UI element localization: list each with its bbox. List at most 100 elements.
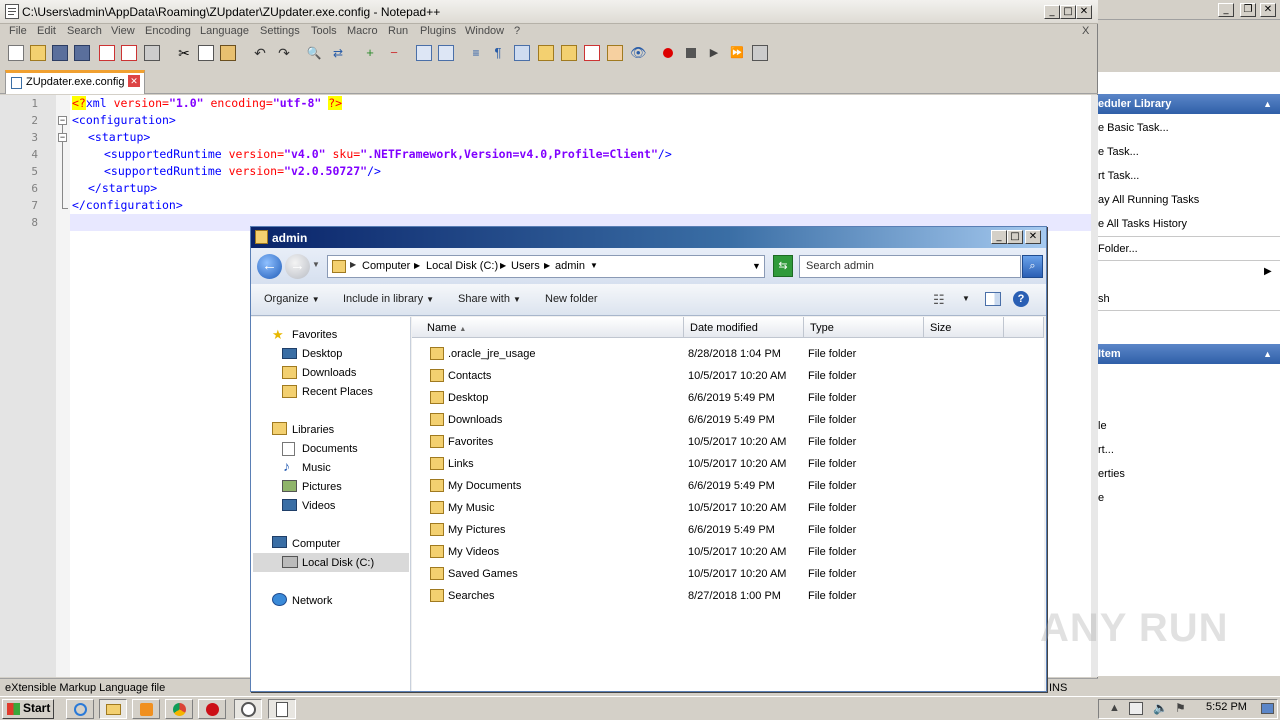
fold-toggle-icon[interactable]: − — [58, 116, 67, 125]
action-import-task[interactable]: rt Task... — [1098, 170, 1139, 182]
preview-pane-icon[interactable] — [985, 292, 1001, 306]
include-in-library-button[interactable]: Include in library ▼ — [343, 293, 434, 305]
new-file-icon[interactable] — [8, 45, 24, 61]
volume-icon[interactable]: 🔈 — [1153, 701, 1168, 715]
restore-icon[interactable]: ❐ — [1240, 3, 1256, 17]
table-row[interactable]: Links 10/5/2017 10:20 AM File folder — [426, 454, 1026, 476]
action-center-flag-icon[interactable]: ⚑ — [1175, 701, 1186, 715]
breadcrumb-chevron-icon[interactable]: ▶ — [414, 261, 420, 270]
menu-edit[interactable]: Edit — [37, 25, 56, 37]
menu-tools[interactable]: Tools — [311, 25, 337, 37]
organize-button[interactable]: Organize ▼ — [264, 293, 320, 305]
word-wrap-icon[interactable]: ≡ — [468, 45, 484, 61]
open-folder-icon[interactable] — [30, 45, 46, 61]
table-row[interactable]: .oracle_jre_usage 8/28/2018 1:04 PM File f… — [426, 344, 1026, 366]
explorer-taskbar-icon[interactable] — [99, 699, 127, 719]
chrome-taskbar-icon[interactable] — [165, 699, 193, 719]
close-icon[interactable]: ✕ — [1260, 3, 1276, 17]
nav-videos[interactable]: Videos — [302, 500, 335, 512]
monitoring-icon[interactable]: 👁 — [630, 45, 647, 61]
undo-icon[interactable]: ↶ — [252, 45, 268, 61]
breadcrumb-local-disk[interactable]: Local Disk (C:) — [426, 260, 498, 272]
breadcrumb-admin[interactable]: admin — [555, 260, 585, 272]
doc-map-icon[interactable] — [561, 45, 577, 61]
collapse-icon[interactable]: ▲ — [1263, 344, 1272, 364]
notepadpp-taskbar-icon[interactable] — [268, 699, 296, 719]
sync-vertical-icon[interactable] — [416, 45, 432, 61]
action-display-running-tasks[interactable]: ay All Running Tasks — [1098, 194, 1199, 206]
action-delete[interactable]: e — [1098, 492, 1104, 504]
menu-encoding[interactable]: Encoding — [145, 25, 191, 37]
fold-toggle-icon[interactable]: − — [58, 133, 67, 142]
zoom-in-icon[interactable]: + — [362, 45, 378, 61]
minimize-icon[interactable]: _ — [1044, 5, 1060, 19]
refresh-icon[interactable]: ⇆ — [773, 255, 793, 277]
action-create-task[interactable]: e Task... — [1098, 146, 1139, 158]
submenu-arrow-icon[interactable]: ▶ — [1264, 266, 1272, 277]
task-scheduler-taskbar-icon[interactable] — [234, 699, 262, 719]
menu-help[interactable]: ? — [514, 25, 520, 37]
back-arrow-icon[interactable]: ← — [257, 254, 282, 279]
recent-pages-chevron-icon[interactable]: ▼ — [312, 260, 320, 269]
search-icon[interactable]: ⌕ — [1022, 255, 1043, 278]
share-with-button[interactable]: Share with ▼ — [458, 293, 521, 305]
menu-settings[interactable]: Settings — [260, 25, 300, 37]
action-new-folder[interactable]: Folder... — [1098, 243, 1138, 255]
close-icon[interactable]: ✕ — [1076, 5, 1092, 19]
show-desktop-icon[interactable] — [1261, 703, 1274, 714]
save-macro-icon[interactable] — [752, 45, 768, 61]
ie-taskbar-icon[interactable] — [66, 699, 94, 719]
table-row[interactable]: Downloads 6/6/2019 5:49 PM File folder — [426, 410, 1026, 432]
breadcrumb-chevron-icon[interactable]: ▶ — [350, 260, 356, 269]
nav-local-disk[interactable]: Local Disk (C:) — [302, 557, 374, 569]
breadcrumb-users[interactable]: Users — [511, 260, 540, 272]
menu-language[interactable]: Language — [200, 25, 249, 37]
paste-icon[interactable] — [220, 45, 236, 61]
print-icon[interactable] — [144, 45, 160, 61]
action-create-basic-task[interactable]: e Basic Task... — [1098, 122, 1169, 134]
redo-icon[interactable]: ↷ — [276, 45, 292, 61]
breadcrumb-computer[interactable]: Computer — [362, 260, 410, 272]
table-row[interactable]: My Music 10/5/2017 10:20 AM File folder — [426, 498, 1026, 520]
close-file-icon[interactable] — [99, 45, 115, 61]
action-enable-history[interactable]: e All Tasks History — [1098, 218, 1187, 230]
table-row[interactable]: Saved Games 10/5/2017 10:20 AM File folder — [426, 564, 1026, 586]
nav-downloads[interactable]: Downloads — [302, 367, 356, 379]
minimize-icon[interactable]: _ — [1218, 3, 1234, 17]
play-macro-icon[interactable]: ▶ — [706, 45, 722, 61]
media-player-taskbar-icon[interactable] — [132, 699, 160, 719]
notepadpp-titlebar[interactable]: C:\Users\admin\AppData\Roaming\ZUpdater\… — [0, 0, 1098, 24]
play-multiple-macro-icon[interactable]: ⏩ — [729, 45, 745, 61]
forward-arrow-icon[interactable]: → — [285, 254, 310, 279]
nav-pictures[interactable]: Pictures — [302, 481, 342, 493]
breadcrumb-chevron-icon[interactable]: ▼ — [590, 261, 598, 270]
replace-icon[interactable]: ⇄ — [330, 45, 346, 61]
menu-search[interactable]: Search — [67, 25, 102, 37]
network-tray-icon[interactable] — [1129, 702, 1143, 715]
nav-recent-places[interactable]: Recent Places — [302, 386, 373, 398]
nav-music[interactable]: Music — [302, 462, 331, 474]
column-header-size[interactable]: Size — [924, 317, 1004, 338]
explorer-titlebar[interactable]: admin _ □ ✕ — [251, 227, 1046, 248]
cut-icon[interactable]: ✂ — [176, 45, 192, 61]
column-header-date[interactable]: Date modified — [684, 317, 804, 338]
editor-scrollbar[interactable] — [1091, 95, 1098, 677]
close-icon[interactable]: ✕ — [1025, 230, 1041, 244]
close-tab-icon[interactable]: ✕ — [128, 75, 140, 87]
find-icon[interactable]: 🔍 — [306, 45, 322, 61]
minimize-icon[interactable]: _ — [991, 230, 1007, 244]
nav-documents[interactable]: Documents — [302, 443, 358, 455]
action-refresh[interactable]: sh — [1098, 293, 1110, 305]
record-macro-icon[interactable] — [660, 45, 676, 61]
start-button[interactable]: Start — [2, 699, 54, 719]
table-row[interactable]: My Videos 10/5/2017 10:20 AM File folder — [426, 542, 1026, 564]
address-bar[interactable]: ▶ Computer ▶ Local Disk (C:) ▶ Users ▶ a… — [327, 255, 765, 278]
nav-desktop[interactable]: Desktop — [302, 348, 342, 360]
breadcrumb-chevron-icon[interactable]: ▶ — [500, 261, 506, 270]
copy-icon[interactable] — [198, 45, 214, 61]
menu-plugins[interactable]: Plugins — [420, 25, 456, 37]
function-list-icon[interactable] — [584, 45, 600, 61]
search-input[interactable]: Search admin — [799, 255, 1021, 278]
maximize-icon[interactable]: □ — [1060, 5, 1076, 19]
close-all-icon[interactable] — [121, 45, 137, 61]
